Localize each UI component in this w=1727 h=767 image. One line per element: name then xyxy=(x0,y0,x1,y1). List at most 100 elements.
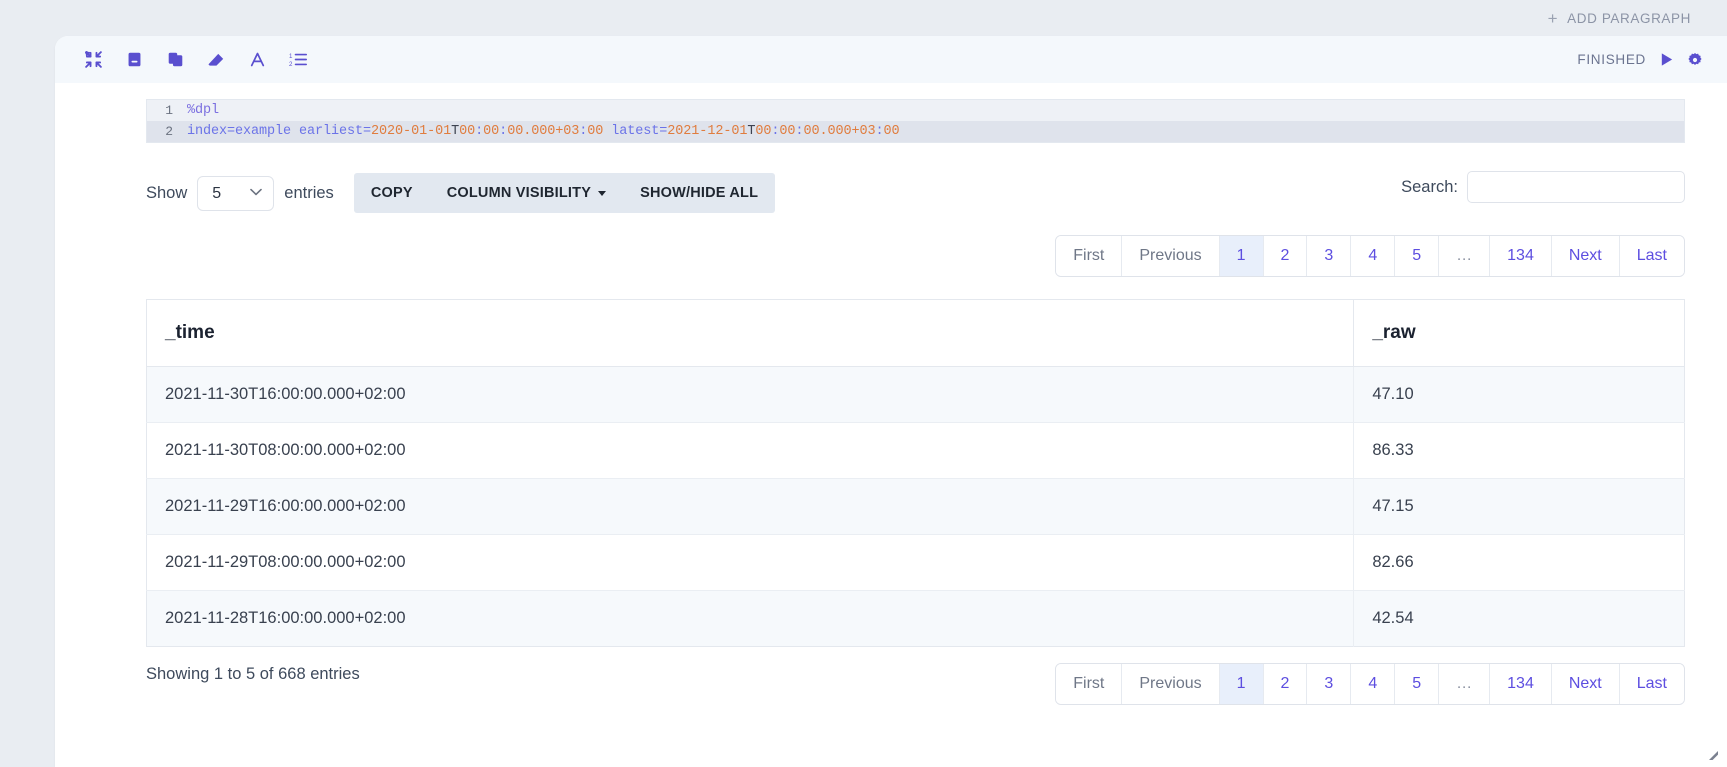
svg-text:2: 2 xyxy=(289,61,293,68)
code-token: 00 xyxy=(779,124,796,139)
pagination-item-first[interactable]: First xyxy=(1056,236,1123,276)
pagination-item-previous[interactable]: Previous xyxy=(1122,236,1220,276)
code-token: 00 xyxy=(459,124,476,139)
copy-button[interactable]: COPY xyxy=(354,173,430,213)
search-input[interactable] xyxy=(1467,171,1685,203)
pagination-top-row: First Previous 1 2 3 4 5… 134 Next Last xyxy=(55,213,1727,277)
show-hide-all-button[interactable]: SHOW/HIDE ALL xyxy=(623,173,775,213)
collapse-icon[interactable] xyxy=(81,48,105,72)
search-label: Search: xyxy=(1401,177,1458,196)
code-token: - xyxy=(403,124,412,139)
results-table: _time _raw 2021-11-30T16:00:00.000+02:00… xyxy=(146,299,1685,647)
paragraph-status-group: FINISHED xyxy=(1577,52,1703,68)
table-cell-time: 2021-11-29T16:00:00.000+02:00 xyxy=(146,478,1355,535)
pagination-bottom-row: First Previous 1 2 3 4 5… 134 Next Last xyxy=(1055,652,1727,705)
pagination-item-4[interactable]: 4 xyxy=(1351,236,1396,276)
table-head: _time _raw xyxy=(146,299,1685,367)
pagination-bottom: First Previous 1 2 3 4 5… 134 Next Last xyxy=(1055,663,1685,705)
pagination-item-last[interactable]: Last xyxy=(1619,236,1684,276)
show-hide-all-label: SHOW/HIDE ALL xyxy=(640,185,759,201)
resize-grip-icon[interactable] xyxy=(1705,747,1719,761)
play-icon[interactable] xyxy=(1659,52,1674,67)
code-token: 00.000 xyxy=(507,124,556,139)
table-cell-time: 2021-11-30T08:00:00.000+02:00 xyxy=(146,422,1355,479)
top-bar: + ADD PARAGRAPH xyxy=(0,0,1727,37)
line-numbers-icon[interactable]: 1 2 xyxy=(286,48,310,72)
table-body: 2021-11-30T16:00:00.000+02:00 47.10 2021-1… xyxy=(146,366,1685,647)
add-paragraph-button[interactable]: + ADD PARAGRAPH xyxy=(1548,10,1691,27)
pagination-item-5[interactable]: 5 xyxy=(1395,236,1440,276)
code-editor[interactable]: 1 %dpl 2 index=example earliest=2020-01-… xyxy=(146,99,1685,143)
code-token: 03 xyxy=(563,124,580,139)
table-button-group: COPY COLUMN VISIBILITY SHOW/HIDE ALL xyxy=(353,173,776,213)
pagination-item-next[interactable]: Next xyxy=(1551,664,1620,704)
pagination-item-5[interactable]: 5 xyxy=(1395,664,1440,704)
code-line[interactable]: 2 index=example earliest=2020-01-01T00:0… xyxy=(147,121,1684,142)
pagination-item-1[interactable]: 1 xyxy=(1219,664,1264,704)
code-token: 01 xyxy=(731,124,748,139)
pagination-top: First Previous 1 2 3 4 5… 134 Next Last xyxy=(1055,235,1685,277)
column-visibility-button[interactable]: COLUMN VISIBILITY xyxy=(430,173,623,213)
pagination-item-first[interactable]: First xyxy=(1056,664,1123,704)
search-area: Search: xyxy=(1401,171,1685,203)
add-paragraph-label: ADD PARAGRAPH xyxy=(1567,11,1691,26)
code-token: 00.000 xyxy=(803,124,852,139)
code-token: 01 xyxy=(435,124,452,139)
table-header-row: _time _raw xyxy=(146,299,1685,367)
code-token: T xyxy=(451,124,460,139)
code-content[interactable]: %dpl xyxy=(181,100,1684,121)
table-cell-time: 2021-11-29T08:00:00.000+02:00 xyxy=(146,534,1355,591)
pagination-item-3[interactable]: 3 xyxy=(1307,664,1352,704)
line-number: 1 xyxy=(165,103,173,118)
table-row: 2021-11-29T16:00:00.000+02:00 47.15 xyxy=(146,478,1685,535)
paragraph-toolbar: 1 2 FINISHED xyxy=(55,36,1727,83)
book-icon[interactable] xyxy=(122,48,146,72)
show-label: Show xyxy=(146,183,188,202)
code-editor-wrapper: 1 %dpl 2 index=example earliest=2020-01-… xyxy=(55,83,1727,143)
code-token: 2021 xyxy=(667,124,700,139)
pagination-item-2[interactable]: 2 xyxy=(1263,236,1308,276)
code-token: 00 xyxy=(883,124,900,139)
code-token: : xyxy=(499,124,508,139)
table-cell-raw: 42.54 xyxy=(1353,590,1685,647)
pagination-item-[interactable]: … xyxy=(1439,664,1491,704)
eraser-icon[interactable] xyxy=(204,48,228,72)
pagination-item-1[interactable]: 1 xyxy=(1219,236,1264,276)
pagination-item-last[interactable]: Last xyxy=(1619,664,1684,704)
pagination-item-3[interactable]: 3 xyxy=(1307,236,1352,276)
column-header-time[interactable]: _time xyxy=(146,299,1355,367)
table-cell-raw: 86.33 xyxy=(1353,422,1685,479)
entries-label: entries xyxy=(284,183,334,202)
table-cell-raw: 47.10 xyxy=(1353,366,1685,423)
pagination-item-previous[interactable]: Previous xyxy=(1122,664,1220,704)
code-token: 03 xyxy=(859,124,876,139)
plus-icon: + xyxy=(1547,9,1559,28)
code-content[interactable]: index=example earliest=2020-01-01T00:00:… xyxy=(181,121,1684,142)
pagination-item-2[interactable]: 2 xyxy=(1263,664,1308,704)
table-cell-time: 2021-11-30T16:00:00.000+02:00 xyxy=(146,366,1355,423)
font-icon[interactable] xyxy=(245,48,269,72)
page-length-select[interactable]: 5102550100 xyxy=(197,175,275,211)
code-token: 00 xyxy=(587,124,604,139)
code-token: : xyxy=(875,124,884,139)
table-controls: Show 5102550100 entries COPY COLUMN VISI… xyxy=(55,143,1727,213)
pagination-item-next[interactable]: Next xyxy=(1551,236,1620,276)
copy-icon[interactable] xyxy=(163,48,187,72)
pagination-item-4[interactable]: 4 xyxy=(1351,664,1396,704)
code-token: 12 xyxy=(707,124,724,139)
table-row: 2021-11-29T08:00:00.000+02:00 82.66 xyxy=(146,534,1685,591)
gear-icon[interactable] xyxy=(1687,52,1703,68)
table-cell-raw: 82.66 xyxy=(1353,534,1685,591)
pagination-item-[interactable]: … xyxy=(1439,236,1491,276)
showing-entries-info: Showing 1 to 5 of 668 entries xyxy=(146,665,360,683)
table-row: 2021-11-28T16:00:00.000+02:00 42.54 xyxy=(146,590,1685,647)
pagination-item-134[interactable]: 134 xyxy=(1490,236,1552,276)
table-footer: Showing 1 to 5 of 668 entries First Previ… xyxy=(55,647,1727,705)
code-line[interactable]: 1 %dpl xyxy=(147,100,1684,121)
column-header-raw[interactable]: _raw xyxy=(1353,299,1685,367)
table-cell-raw: 47.15 xyxy=(1353,478,1685,535)
code-token: 01 xyxy=(411,124,428,139)
pagination-item-134[interactable]: 134 xyxy=(1490,664,1552,704)
code-token: latest= xyxy=(603,124,668,139)
line-number: 2 xyxy=(165,124,173,139)
